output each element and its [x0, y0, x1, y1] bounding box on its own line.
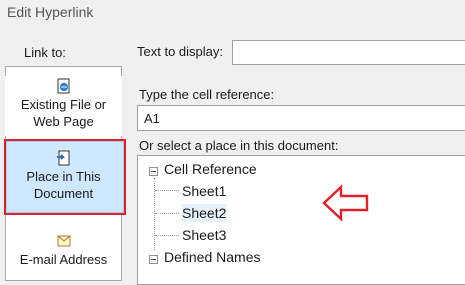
cell-reference-value: A1 — [144, 111, 160, 126]
collapse-cell-reference-toggle[interactable] — [149, 167, 158, 176]
link-place-in-document-content[interactable]: Place in This Document — [5, 150, 122, 202]
link-existing-file-label-line2: Web Page — [33, 114, 94, 129]
tree-line-sheet1 — [155, 190, 179, 191]
tree-line-sheet3 — [155, 235, 179, 236]
text-to-display-label: Text to display: — [137, 44, 223, 59]
tree-node-sheet2[interactable]: Sheet2 — [182, 204, 227, 222]
cell-reference-input[interactable]: A1 — [137, 105, 465, 131]
annotation-arrow-icon — [322, 184, 369, 222]
document-place-tree[interactable]: Cell Reference Sheet1 Sheet2 Sheet3 Defi… — [137, 155, 465, 285]
link-to-label: Link to: — [24, 45, 66, 60]
email-icon — [57, 235, 70, 247]
link-email-label: E-mail Address — [19, 252, 108, 267]
tree-node-sheet1[interactable]: Sheet1 — [182, 182, 226, 200]
tree-node-cell-reference[interactable]: Cell Reference — [164, 160, 257, 178]
place-in-document-label: Or select a place in this document: — [139, 138, 339, 153]
link-existing-file-button[interactable]: Existing File or Web Page — [5, 78, 122, 130]
text-to-display-input[interactable] — [232, 40, 465, 65]
dialog-title: Edit Hyperlink — [7, 4, 94, 20]
tree-line-vertical — [154, 178, 155, 250]
link-email-button[interactable]: E-mail Address — [5, 233, 122, 268]
link-place-label-line2: Document — [33, 186, 94, 201]
tree-line-sheet2 — [155, 213, 179, 214]
tree-node-defined-names[interactable]: Defined Names — [164, 248, 261, 266]
link-existing-file-label-line1: Existing File or — [20, 97, 107, 112]
tree-node-sheet3[interactable]: Sheet3 — [182, 226, 226, 244]
cell-reference-label: Type the cell reference: — [139, 87, 275, 102]
document-place-icon — [56, 150, 69, 166]
link-place-label-line1: Place in This — [26, 169, 101, 184]
collapse-defined-names-toggle[interactable] — [149, 255, 158, 264]
file-globe-icon — [57, 78, 69, 94]
